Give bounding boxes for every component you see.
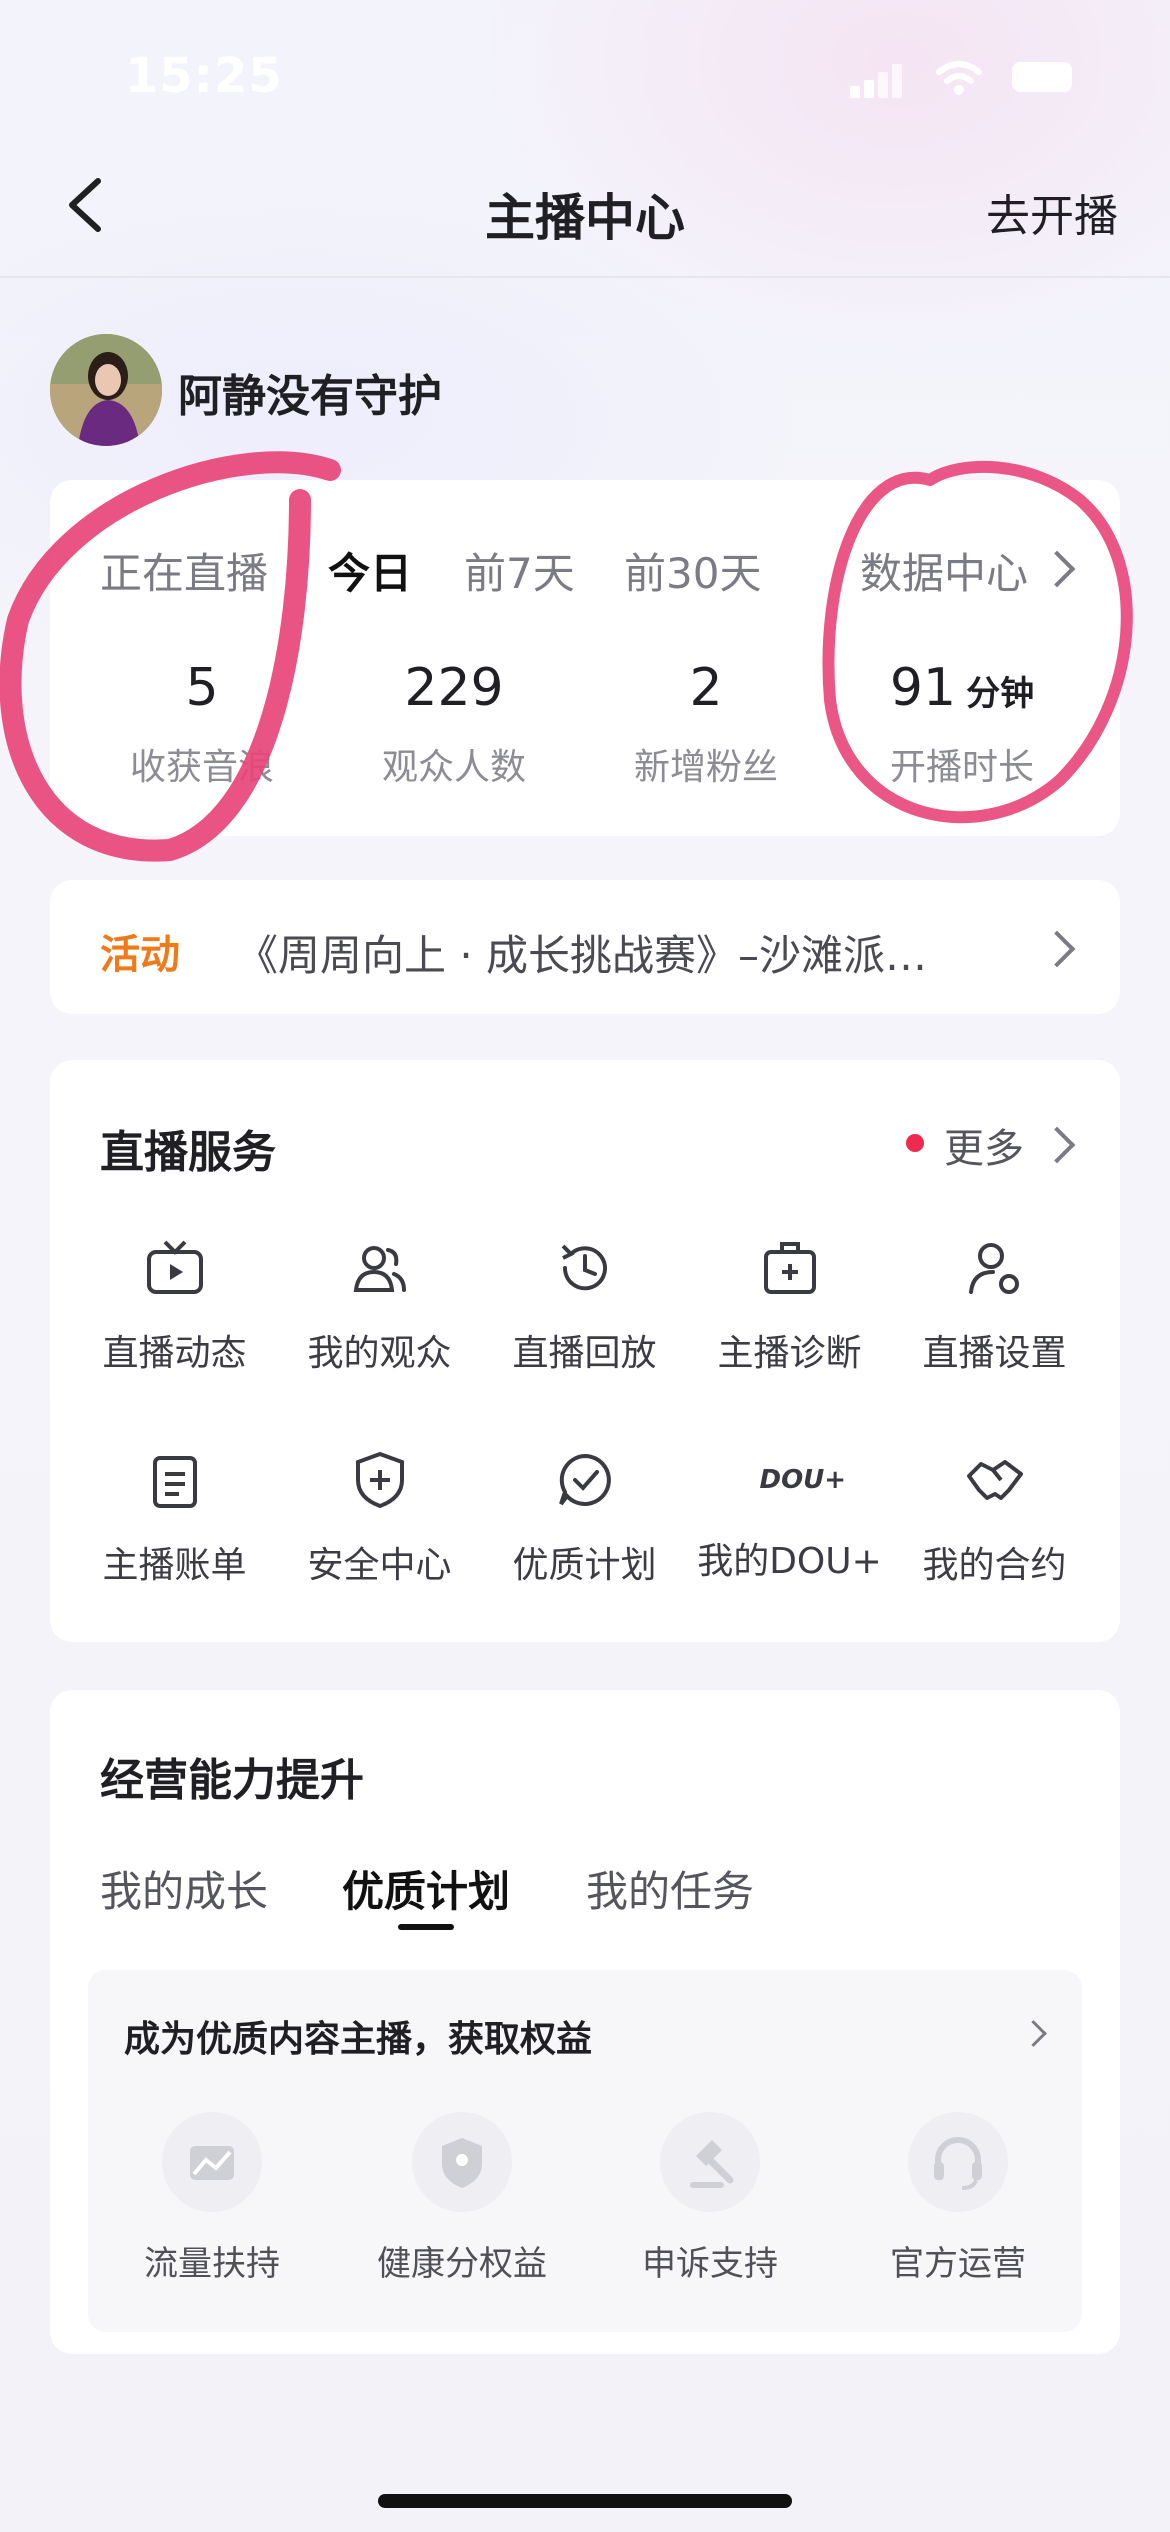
home-indicator (378, 2494, 792, 2508)
user-settings-icon (968, 1243, 1019, 1294)
nav-divider (0, 276, 1170, 278)
username[interactable]: 阿静没有守护 (178, 360, 442, 424)
service-label: 我的观众 (307, 1333, 452, 1374)
go-live-button[interactable]: 去开播 (986, 180, 1118, 244)
perk-label: 健康分权益 (377, 2244, 547, 2284)
tab-quality-plan[interactable]: 优质计划 (342, 1858, 510, 1919)
service-streamer-diagnosis[interactable]: 主播诊断 (687, 1238, 892, 1376)
check-bubble-icon (558, 1453, 611, 1506)
clipboard-icon (152, 1456, 197, 1508)
service-live-replay[interactable]: 直播回放 (482, 1238, 687, 1376)
replay-clock-icon (561, 1244, 607, 1291)
battery-icon (1012, 62, 1072, 92)
avatar-photo-icon (50, 334, 162, 446)
service-label: 优质计划 (512, 1545, 657, 1586)
wifi-icon (936, 61, 982, 95)
perk-label: 申诉支持 (642, 2244, 778, 2284)
perk-appeal-support[interactable]: 申诉支持 (600, 2112, 820, 2285)
service-label: 我的合约 (922, 1545, 1067, 1586)
services-more-link[interactable]: 更多 (944, 1116, 1024, 1174)
service-label: 安全中心 (307, 1545, 452, 1586)
service-security-center[interactable]: 安全中心 (277, 1450, 482, 1588)
dou-plus-icon: DOU+ (759, 1465, 847, 1495)
service-my-dou[interactable]: DOU+ 我的DOU+ (687, 1450, 892, 1584)
annotation-circles (0, 451, 1133, 862)
tab-underline (398, 1924, 454, 1930)
signal-icon (850, 64, 902, 98)
service-label: 主播账单 (102, 1545, 247, 1586)
tab-my-growth[interactable]: 我的成长 (100, 1858, 268, 1919)
quality-plan-banner[interactable]: 成为优质内容主播，获取权益 (124, 2010, 592, 2062)
service-label: 直播设置 (922, 1333, 1067, 1374)
growth-title: 经营能力提升 (100, 1755, 364, 1806)
chart-image-icon (162, 2112, 262, 2212)
gavel-icon (660, 2112, 760, 2212)
service-quality-plan[interactable]: 优质计划 (482, 1450, 687, 1588)
service-live-feed[interactable]: 直播动态 (72, 1238, 277, 1376)
shield-icon (412, 2112, 512, 2212)
activity-tag: 活动 (100, 932, 180, 978)
red-dot-badge (906, 1134, 924, 1152)
service-streamer-bill[interactable]: 主播账单 (72, 1450, 277, 1588)
perk-official-operation[interactable]: 官方运营 (848, 2112, 1068, 2285)
perk-health-score[interactable]: 健康分权益 (352, 2112, 572, 2285)
avatar[interactable] (50, 334, 162, 446)
handshake-icon (966, 1460, 1023, 1500)
service-label: 直播动态 (102, 1333, 247, 1374)
services-title: 直播服务 (100, 1127, 276, 1178)
perk-label: 官方运营 (890, 2244, 1026, 2284)
tab-my-tasks[interactable]: 我的任务 (586, 1858, 754, 1919)
service-my-audience[interactable]: 我的观众 (277, 1238, 482, 1376)
service-live-settings[interactable]: 直播设置 (892, 1238, 1097, 1376)
service-label: 我的DOU+ (697, 1541, 882, 1582)
activity-text[interactable]: 《周周向上 · 成长挑战赛》–沙滩派… (236, 922, 976, 983)
medical-kit-icon (763, 1242, 816, 1294)
users-icon (353, 1246, 406, 1292)
headset-icon (908, 2112, 1008, 2212)
perk-label: 流量扶持 (144, 2244, 280, 2284)
service-label: 主播诊断 (717, 1333, 862, 1374)
service-my-contract[interactable]: 我的合约 (892, 1450, 1097, 1588)
perk-traffic-support[interactable]: 流量扶持 (102, 2112, 322, 2285)
shield-plus-icon (355, 1451, 404, 1509)
status-time: 15:25 (125, 48, 283, 104)
service-label: 直播回放 (512, 1333, 657, 1374)
tv-icon (146, 1240, 203, 1294)
